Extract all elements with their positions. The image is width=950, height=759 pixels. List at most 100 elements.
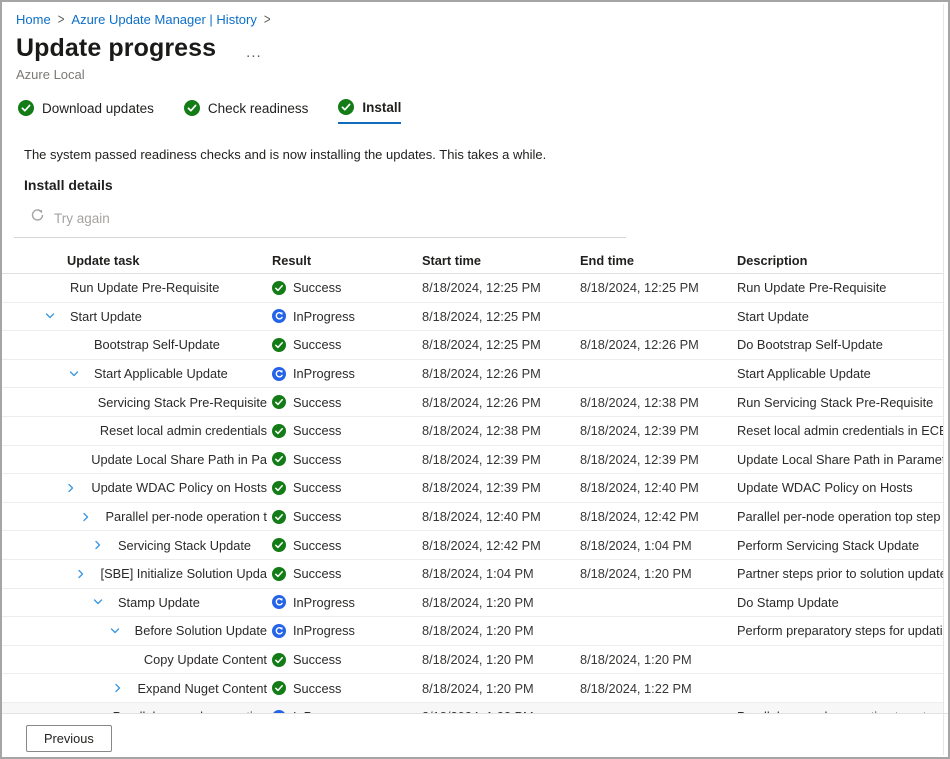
update-progress-page: Home > Azure Update Manager | History > …	[0, 0, 950, 759]
table-row[interactable]: Before Solution Update InProgress 8/18/2…	[2, 617, 943, 646]
table-row[interactable]: Start Applicable Update InProgress 8/18/…	[2, 360, 943, 389]
step-label: Download updates	[42, 101, 154, 116]
description-cell: Do Stamp Update	[737, 595, 943, 610]
result-label: Success	[293, 280, 341, 295]
progress-steps: Download updates Check readiness Install	[18, 99, 948, 124]
chevron-right-icon[interactable]	[65, 482, 91, 494]
result-label: Success	[293, 681, 341, 696]
chevron-right-icon[interactable]	[80, 511, 106, 523]
success-icon	[272, 481, 286, 495]
table-header-row: Update task Result Start time End time D…	[2, 248, 943, 274]
inprogress-icon	[272, 624, 286, 638]
start-time-cell: 8/18/2024, 12:26 PM	[422, 366, 580, 381]
table-row[interactable]: Update Local Share Path in Pa Success 8/…	[2, 446, 943, 475]
task-cell: Expand Nuget Content	[26, 681, 267, 696]
breadcrumb-link-update-manager-history[interactable]: Azure Update Manager | History	[71, 12, 256, 27]
result-label: InProgress	[293, 623, 355, 638]
table-row[interactable]: Copy Update Content Success 8/18/2024, 1…	[2, 646, 943, 675]
table-row[interactable]: Start Update InProgress 8/18/2024, 12:25…	[2, 303, 943, 332]
status-message: The system passed readiness checks and i…	[24, 147, 948, 162]
chevron-right-icon[interactable]	[75, 568, 101, 580]
task-cell: [SBE] Initialize Solution Upda	[26, 566, 267, 581]
column-header-result[interactable]: Result	[267, 253, 422, 268]
end-time-cell: 8/18/2024, 12:39 PM	[580, 423, 737, 438]
breadcrumb-link-home[interactable]: Home	[16, 12, 51, 27]
table-row[interactable]: Expand Nuget Content Success 8/18/2024, …	[2, 674, 943, 703]
table-row[interactable]: Servicing Stack Pre-Requisite Success 8/…	[2, 388, 943, 417]
success-check-icon	[18, 100, 34, 116]
chevron-right-icon[interactable]	[112, 682, 138, 694]
result-cell: Success	[267, 423, 422, 438]
result-label: InProgress	[293, 595, 355, 610]
description-cell: Start Update	[737, 309, 943, 324]
table-row[interactable]: [SBE] Initialize Solution Upda Success 8…	[2, 560, 943, 589]
end-time-cell: 8/18/2024, 12:26 PM	[580, 337, 737, 352]
success-check-icon	[184, 100, 200, 116]
result-cell: Success	[267, 452, 422, 467]
chevron-down-icon[interactable]	[44, 310, 70, 322]
task-cell: Before Solution Update	[26, 623, 267, 638]
task-cell: Update WDAC Policy on Hosts	[26, 480, 267, 495]
task-label: Reset local admin credentials	[100, 423, 267, 438]
success-icon	[272, 567, 286, 581]
install-details-table: Update task Result Start time End time D…	[2, 248, 943, 732]
result-cell: InProgress	[267, 309, 422, 324]
table-row[interactable]: Run Update Pre-Requisite Success 8/18/20…	[2, 274, 943, 303]
page-title: Update progress	[16, 34, 216, 63]
task-label: Parallel per-node operation t	[106, 509, 268, 524]
progress-step-check-readiness[interactable]: Check readiness	[184, 99, 309, 124]
result-label: Success	[293, 538, 341, 553]
start-time-cell: 8/18/2024, 12:38 PM	[422, 423, 580, 438]
column-header-update-task[interactable]: Update task	[26, 253, 267, 268]
result-cell: Success	[267, 566, 422, 581]
start-time-cell: 8/18/2024, 1:20 PM	[422, 652, 580, 667]
chevron-down-icon[interactable]	[68, 368, 94, 380]
result-label: Success	[293, 509, 341, 524]
previous-button[interactable]: Previous	[26, 725, 112, 752]
table-row[interactable]: Reset local admin credentials Success 8/…	[2, 417, 943, 446]
start-time-cell: 8/18/2024, 12:39 PM	[422, 480, 580, 495]
result-label: Success	[293, 452, 341, 467]
column-header-description[interactable]: Description	[737, 253, 943, 268]
footer-bar: Previous	[2, 713, 948, 757]
chevron-down-icon[interactable]	[92, 596, 118, 608]
table-row[interactable]: Stamp Update InProgress 8/18/2024, 1:20 …	[2, 589, 943, 618]
task-label: Servicing Stack Pre-Requisite	[98, 395, 267, 410]
table-row[interactable]: Update WDAC Policy on Hosts Success 8/18…	[2, 474, 943, 503]
table-row[interactable]: Servicing Stack Update Success 8/18/2024…	[2, 531, 943, 560]
result-cell: Success	[267, 280, 422, 295]
column-header-end-time[interactable]: End time	[580, 253, 737, 268]
end-time-cell: 8/18/2024, 12:38 PM	[580, 395, 737, 410]
task-cell: Servicing Stack Update	[26, 538, 267, 553]
start-time-cell: 8/18/2024, 12:25 PM	[422, 309, 580, 324]
description-cell: Reset local admin credentials in ECE dur…	[737, 423, 943, 438]
result-label: InProgress	[293, 366, 355, 381]
task-cell: Servicing Stack Pre-Requisite	[26, 395, 267, 410]
chevron-down-icon[interactable]	[109, 625, 135, 637]
description-cell: Update WDAC Policy on Hosts	[737, 480, 943, 495]
start-time-cell: 8/18/2024, 1:04 PM	[422, 566, 580, 581]
table-row[interactable]: Bootstrap Self-Update Success 8/18/2024,…	[2, 331, 943, 360]
description-cell: Parallel per-node operation top step	[737, 509, 943, 524]
success-icon	[272, 681, 286, 695]
task-label: Update WDAC Policy on Hosts	[91, 480, 267, 495]
column-header-start-time[interactable]: Start time	[422, 253, 580, 268]
breadcrumb-separator-icon: >	[58, 12, 65, 27]
end-time-cell: 8/18/2024, 1:20 PM	[580, 652, 737, 667]
task-cell: Run Update Pre-Requisite	[26, 280, 267, 295]
try-again-button[interactable]: Try again	[54, 211, 110, 226]
progress-step-install[interactable]: Install	[338, 99, 401, 124]
chevron-right-icon[interactable]	[92, 539, 118, 551]
task-label: Stamp Update	[118, 595, 200, 610]
task-cell: Parallel per-node operation t	[26, 509, 267, 524]
end-time-cell: 8/18/2024, 12:42 PM	[580, 509, 737, 524]
result-label: Success	[293, 566, 341, 581]
result-cell: Success	[267, 395, 422, 410]
end-time-cell: 8/18/2024, 1:22 PM	[580, 681, 737, 696]
result-label: Success	[293, 395, 341, 410]
more-menu-icon[interactable]: ...	[246, 40, 262, 58]
table-row[interactable]: Parallel per-node operation t Success 8/…	[2, 503, 943, 532]
start-time-cell: 8/18/2024, 12:39 PM	[422, 452, 580, 467]
progress-step-download-updates[interactable]: Download updates	[18, 99, 154, 124]
page-subtitle: Azure Local	[16, 67, 948, 82]
